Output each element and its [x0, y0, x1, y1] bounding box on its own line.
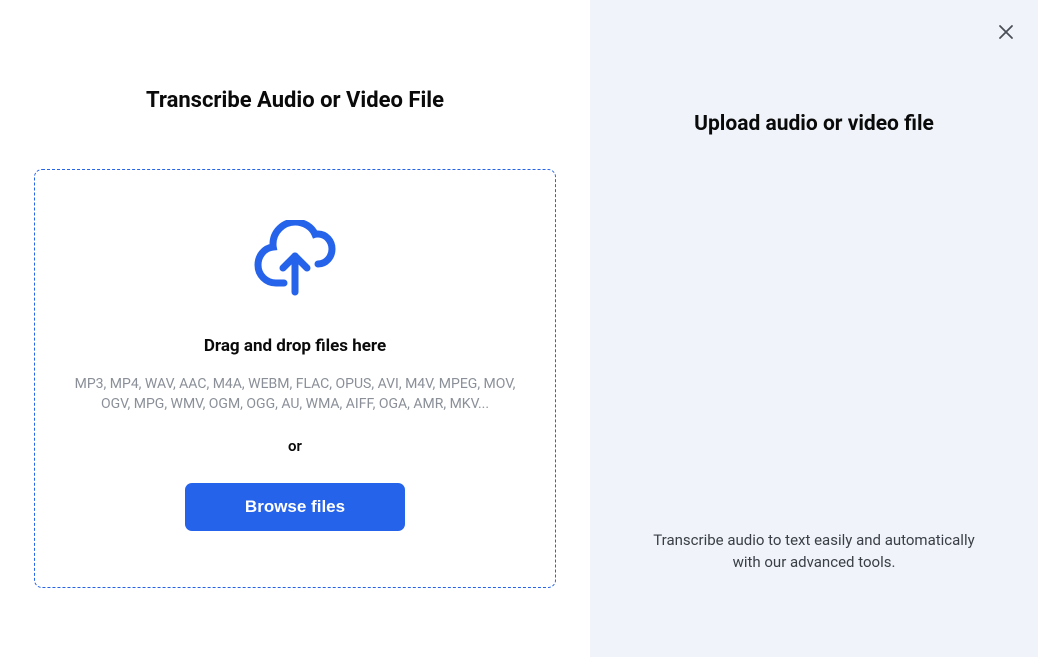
info-description: Transcribe audio to text easily and auto… — [624, 530, 1004, 574]
drop-instruction-text: Drag and drop files here — [204, 336, 386, 356]
page-title: Transcribe Audio or Video File — [34, 88, 556, 113]
info-title: Upload audio or video file — [694, 112, 934, 136]
supported-formats-text: MP3, MP4, WAV, AAC, M4A, WEBM, FLAC, OPU… — [65, 374, 525, 415]
cloud-upload-icon — [254, 220, 336, 300]
upload-panel: Transcribe Audio or Video File Drag and … — [0, 0, 590, 657]
info-panel: Upload audio or video file Transcribe au… — [590, 0, 1038, 657]
file-dropzone[interactable]: Drag and drop files here MP3, MP4, WAV, … — [34, 169, 556, 588]
browse-files-button[interactable]: Browse files — [185, 483, 405, 531]
close-icon[interactable] — [996, 22, 1016, 42]
or-separator: or — [288, 437, 302, 455]
